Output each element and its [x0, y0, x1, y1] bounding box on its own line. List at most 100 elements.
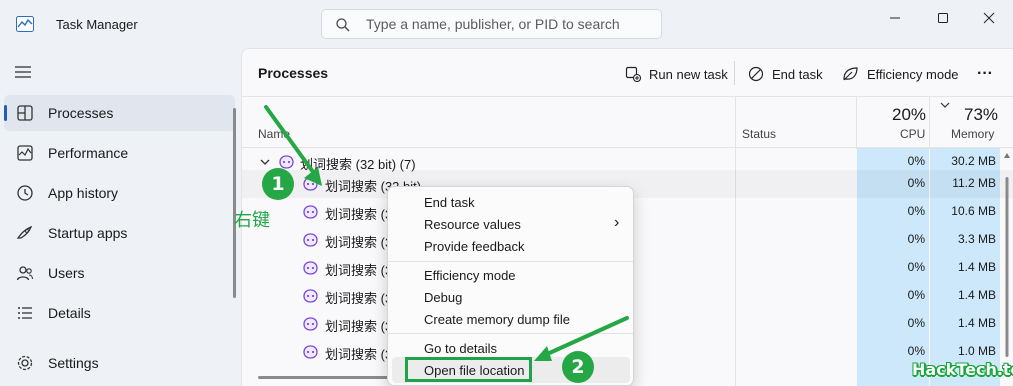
chevron-down-icon[interactable]: [260, 158, 270, 166]
sidebar-item-startup-apps[interactable]: Startup apps: [4, 215, 235, 251]
column-header-cpu[interactable]: CPU: [900, 127, 925, 141]
process-name: 划词搜索 (3: [325, 263, 393, 278]
column-header-memory[interactable]: Memory: [951, 127, 994, 141]
watermark: HackTech.top: [912, 360, 1013, 379]
process-name: 划词搜索 (3: [325, 347, 393, 362]
run-new-task-icon: [625, 66, 641, 82]
cpu-total: 20%: [892, 105, 927, 124]
search-input[interactable]: [366, 14, 656, 34]
step-badge-2: 2: [562, 351, 594, 383]
memory-value: 1.4 MB: [957, 288, 996, 302]
close-icon: [983, 12, 995, 24]
process-name: 划词搜索 (3: [325, 235, 393, 250]
details-icon: [18, 307, 32, 319]
sidebar-item-label: Processes: [48, 105, 114, 121]
run-new-task-label: Run new task: [649, 66, 728, 82]
process-app-icon: [303, 233, 318, 247]
sidebar-scrollbar[interactable]: [233, 108, 236, 298]
process-name: 划词搜索 (3: [325, 291, 393, 306]
menu-item-create-memory-dump[interactable]: Create memory dump file: [424, 312, 570, 327]
cpu-value: 0%: [907, 260, 925, 274]
sidebar-item-label: Details: [48, 305, 91, 321]
vertical-scrollbar[interactable]: [1003, 153, 1011, 373]
memory-value: 1.4 MB: [957, 316, 996, 330]
cpu-value: 0%: [907, 176, 925, 190]
process-name: 划词搜索 (3: [325, 207, 393, 222]
toolbar-divider: [734, 61, 735, 85]
context-menu: End task Resource values › Provide feedb…: [387, 186, 634, 386]
cpu-value: 0%: [907, 232, 925, 246]
column-header-name[interactable]: Name: [258, 127, 290, 141]
sidebar-item-users[interactable]: Users: [4, 255, 235, 291]
gear-icon: [17, 355, 33, 371]
active-indicator: [4, 105, 7, 121]
submenu-chevron-icon: ›: [614, 214, 620, 231]
cpu-value: 0%: [907, 344, 925, 358]
sidebar-item-label: Performance: [48, 145, 129, 161]
maximize-button[interactable]: [920, 6, 966, 30]
end-task-icon: [748, 66, 764, 82]
cpu-value: 0%: [907, 288, 925, 302]
close-button[interactable]: [966, 6, 1012, 30]
column-divider: [929, 97, 930, 149]
menu-item-end-task[interactable]: End task: [424, 195, 475, 210]
sidebar-item-details[interactable]: Details: [4, 295, 235, 331]
highlight-box: [405, 357, 532, 382]
menu-divider: [388, 261, 633, 262]
maximize-icon: [938, 13, 948, 23]
sidebar: Processes Performance App history Startu…: [0, 48, 241, 386]
column-divider: [856, 97, 857, 149]
cpu-value: 0%: [907, 204, 925, 218]
memory-value: 3.3 MB: [957, 232, 996, 246]
minimize-button[interactable]: [872, 6, 918, 30]
minimize-icon: [890, 17, 900, 19]
column-divider: [735, 97, 736, 149]
memory-value: 11.2 MB: [952, 176, 996, 190]
memory-value: 30.2 MB: [951, 154, 996, 168]
app-history-icon: [17, 185, 33, 201]
sidebar-item-settings[interactable]: Settings: [4, 345, 235, 381]
divider: [242, 96, 1013, 97]
menu-item-debug[interactable]: Debug: [424, 290, 462, 305]
process-app-icon: [303, 289, 318, 303]
end-task-button[interactable]: End task: [748, 61, 823, 87]
process-app-icon: [303, 261, 318, 275]
leaf-icon: [843, 67, 858, 81]
more-icon: ···: [977, 65, 993, 82]
efficiency-mode-button[interactable]: Efficiency mode: [842, 61, 959, 87]
sidebar-item-label: Startup apps: [48, 225, 128, 241]
process-app-icon: [303, 345, 318, 359]
menu-item-provide-feedback[interactable]: Provide feedback: [424, 239, 524, 254]
sidebar-item-label: Users: [48, 265, 85, 281]
process-app-icon: [303, 205, 318, 219]
search-icon: [336, 18, 350, 32]
menu-item-resource-values[interactable]: Resource values: [424, 217, 521, 232]
memory-value: 1.0 MB: [957, 344, 996, 358]
end-task-label: End task: [772, 66, 823, 82]
page-title: Processes: [258, 65, 329, 81]
search-box[interactable]: [321, 9, 662, 39]
menu-item-go-to-details[interactable]: Go to details: [424, 341, 497, 356]
more-options-button[interactable]: ···: [977, 61, 993, 87]
sidebar-item-label: Settings: [48, 355, 99, 371]
run-new-task-button[interactable]: Run new task: [625, 61, 728, 87]
processes-icon: [17, 105, 33, 121]
sidebar-item-processes[interactable]: Processes: [4, 95, 235, 131]
sidebar-item-label: App history: [48, 185, 119, 201]
efficiency-mode-label: Efficiency mode: [867, 66, 959, 82]
menu-divider: [388, 333, 633, 334]
column-header-status[interactable]: Status: [742, 127, 776, 141]
sidebar-item-app-history[interactable]: App history: [4, 175, 235, 211]
memory-value: 1.4 MB: [957, 260, 996, 274]
users-icon: [16, 266, 34, 281]
memory-total: 73%: [964, 105, 999, 124]
task-manager-icon: [16, 16, 34, 32]
sidebar-item-performance[interactable]: Performance: [4, 135, 235, 171]
horizontal-scrollbar[interactable]: [258, 376, 398, 379]
process-app-icon: [303, 177, 318, 191]
sort-chevron-icon[interactable]: [940, 101, 950, 109]
cpu-value: 0%: [907, 154, 925, 168]
step-badge-1: 1: [262, 168, 294, 200]
menu-item-efficiency-mode[interactable]: Efficiency mode: [424, 268, 516, 283]
hamburger-menu-icon[interactable]: [14, 64, 34, 80]
